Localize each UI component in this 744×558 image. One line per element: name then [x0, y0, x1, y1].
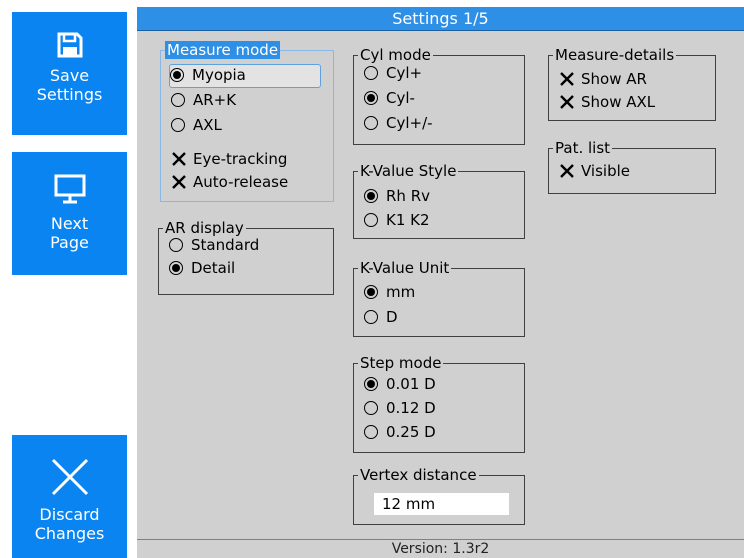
save-icon	[57, 32, 82, 58]
radio-button[interactable]	[364, 116, 378, 130]
page-title: Settings 1/5	[137, 7, 744, 31]
ar-display-group: AR display Standard Detail	[158, 219, 334, 295]
k-value-style-option-label: Rh Rv	[386, 187, 430, 205]
version-footer: Version: 1.3r2	[137, 539, 744, 558]
radio-button[interactable]	[364, 189, 378, 203]
measure-mode-option[interactable]: Myopia	[169, 64, 321, 88]
checkbox-x-icon	[560, 164, 574, 178]
vertex-distance-label: Vertex distance	[358, 466, 479, 484]
monitor-icon	[54, 174, 85, 204]
settings-panel: Settings 1/5 Measure mode Myopia AR+K AXL E…	[137, 7, 744, 558]
cyl-mode-option-label: Cyl+	[386, 64, 423, 82]
pat-list-label: Pat. list	[553, 139, 613, 157]
next-label-1: Next	[50, 214, 89, 233]
k-value-style-label: K-Value Style	[358, 162, 459, 180]
measure-mode-option-label: AR+K	[193, 91, 237, 109]
radio-button[interactable]	[171, 118, 185, 132]
measure-mode-checkbox-label: Auto-release	[193, 173, 289, 191]
radio-button[interactable]	[169, 261, 183, 275]
ar-display-option-label: Standard	[191, 236, 260, 254]
step-mode-option-label: 0.12 D	[386, 399, 436, 417]
k-value-unit-option-label: D	[386, 308, 398, 326]
step-mode-label: Step mode	[358, 354, 444, 372]
step-mode-group: Step mode 0.01 D 0.12 D 0.25 D	[353, 354, 525, 453]
checkbox-x-icon	[172, 152, 186, 166]
measure-mode-group: Measure mode Myopia AR+K AXL Eye-tracking Au…	[160, 41, 334, 202]
save-label-2: Settings	[36, 85, 103, 104]
checkbox-x-icon	[172, 175, 186, 189]
cyl-mode-option-label: Cyl-	[386, 89, 415, 107]
cyl-mode-label: Cyl mode	[358, 46, 433, 64]
checkbox-x-icon	[560, 95, 574, 109]
k-value-style-option-label: K1 K2	[386, 211, 430, 229]
vertex-distance-group: Vertex distance 12 mm	[353, 466, 525, 525]
radio-button[interactable]	[364, 66, 378, 80]
vertex-distance-field[interactable]: 12 mm	[374, 493, 509, 515]
radio-button[interactable]	[364, 377, 378, 391]
discard-label-1: Discard	[39, 505, 100, 524]
save-settings-button[interactable]: Save Settings	[12, 12, 127, 135]
radio-button[interactable]	[171, 93, 185, 107]
k-value-unit-label: K-Value Unit	[358, 259, 452, 277]
measure-mode-checkbox-label: Eye-tracking	[193, 150, 288, 168]
next-page-button[interactable]: Next Page	[12, 152, 127, 275]
measure-details-checkbox-label: Show AXL	[581, 93, 656, 111]
radio-button[interactable]	[364, 401, 378, 415]
radio-button[interactable]	[169, 238, 183, 252]
checkbox-x-icon	[560, 72, 574, 86]
pat-list-group: Pat. list Visible	[548, 139, 716, 194]
k-value-style-group: K-Value Style Rh Rv K1 K2	[353, 162, 525, 239]
save-label-1: Save	[49, 66, 90, 85]
next-label-2: Page	[50, 233, 89, 252]
discard-changes-button[interactable]: Discard Changes	[12, 435, 127, 558]
cyl-mode-option-label: Cyl+/-	[386, 114, 433, 132]
discard-label-2: Changes	[34, 524, 105, 543]
radio-button[interactable]	[364, 285, 378, 299]
step-mode-option-label: 0.01 D	[386, 375, 436, 393]
k-value-unit-group: K-Value Unit mm D	[353, 259, 525, 337]
radio-button[interactable]	[364, 310, 378, 324]
radio-button[interactable]	[364, 213, 378, 227]
k-value-unit-option-label: mm	[386, 283, 416, 301]
close-icon	[51, 458, 88, 496]
step-mode-option-label: 0.25 D	[386, 423, 436, 441]
measure-mode-option-label: AXL	[193, 116, 222, 134]
measure-details-group: Measure-details Show AR Show AXL	[548, 46, 716, 121]
measure-mode-label: Measure mode	[165, 41, 281, 59]
cyl-mode-group: Cyl mode Cyl+ Cyl- Cyl+/-	[353, 46, 525, 145]
pat-list-checkbox-label: Visible	[581, 162, 630, 180]
measure-details-checkbox-label: Show AR	[581, 70, 647, 88]
measure-mode-option-label: Myopia	[192, 66, 246, 84]
measure-details-label: Measure-details	[553, 46, 677, 64]
radio-button[interactable]	[170, 68, 184, 82]
radio-button[interactable]	[364, 91, 378, 105]
ar-display-option-label: Detail	[191, 259, 236, 277]
radio-button[interactable]	[364, 425, 378, 439]
